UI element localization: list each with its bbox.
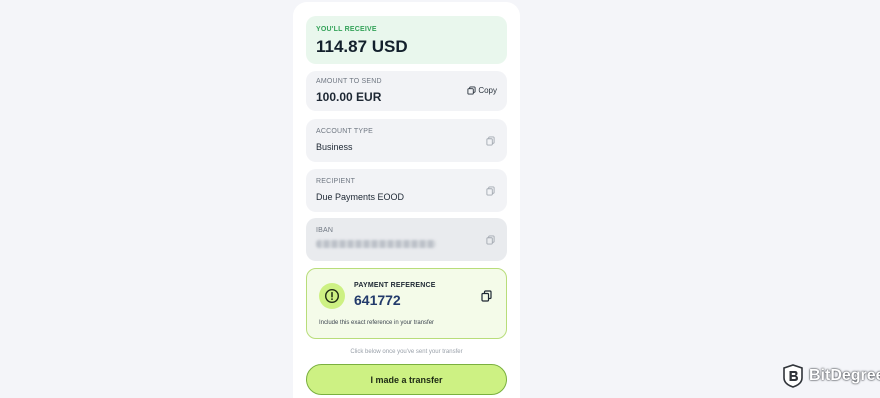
receive-card: YOU'LL RECEIVE 114.87 USD xyxy=(306,16,507,64)
bitdegree-logo-icon xyxy=(783,364,803,388)
copy-iban-icon[interactable] xyxy=(486,235,495,245)
transfer-hint: Click below once you've sent your transf… xyxy=(350,349,463,355)
bitdegree-watermark: BitDegree xyxy=(782,364,880,388)
payment-reference-note: Include this exact reference in your tra… xyxy=(319,320,435,326)
recipient-card: RECIPIENT Due Payments EOOD xyxy=(306,169,507,212)
account-type-card: ACCOUNT TYPE Business xyxy=(306,119,507,162)
account-type-label: ACCOUNT TYPE xyxy=(316,128,373,135)
amount-to-send-card: AMOUNT TO SEND 100.00 EUR Copy xyxy=(306,71,507,111)
iban-card: IBAN xyxy=(306,218,507,261)
copy-icon xyxy=(467,86,476,95)
receive-label: YOU'LL RECEIVE xyxy=(316,26,377,33)
iban-value-redacted xyxy=(316,240,436,248)
copy-reference-icon[interactable] xyxy=(481,290,492,302)
payment-reference-card: PAYMENT REFERENCE 641772 Include this ex… xyxy=(306,268,507,339)
copy-amount-button[interactable]: Copy xyxy=(467,86,497,95)
amount-to-send-value: 100.00 EUR xyxy=(316,90,382,104)
account-type-value: Business xyxy=(316,142,353,152)
receive-amount: 114.87 USD xyxy=(316,37,408,56)
payment-reference-label: PAYMENT REFERENCE xyxy=(354,282,436,289)
copy-recipient-icon[interactable] xyxy=(486,186,495,196)
alert-circle-icon xyxy=(319,283,345,309)
recipient-value: Due Payments EOOD xyxy=(316,192,405,202)
recipient-label: RECIPIENT xyxy=(316,178,356,185)
copy-account-type-icon[interactable] xyxy=(486,136,495,146)
made-transfer-button[interactable]: I made a transfer xyxy=(306,364,507,395)
copy-label: Copy xyxy=(478,86,497,95)
iban-label: IBAN xyxy=(316,227,334,234)
bitdegree-wordmark: BitDegree xyxy=(809,367,880,384)
payment-reference-value: 641772 xyxy=(354,292,401,308)
amount-to-send-label: AMOUNT TO SEND xyxy=(316,78,382,85)
